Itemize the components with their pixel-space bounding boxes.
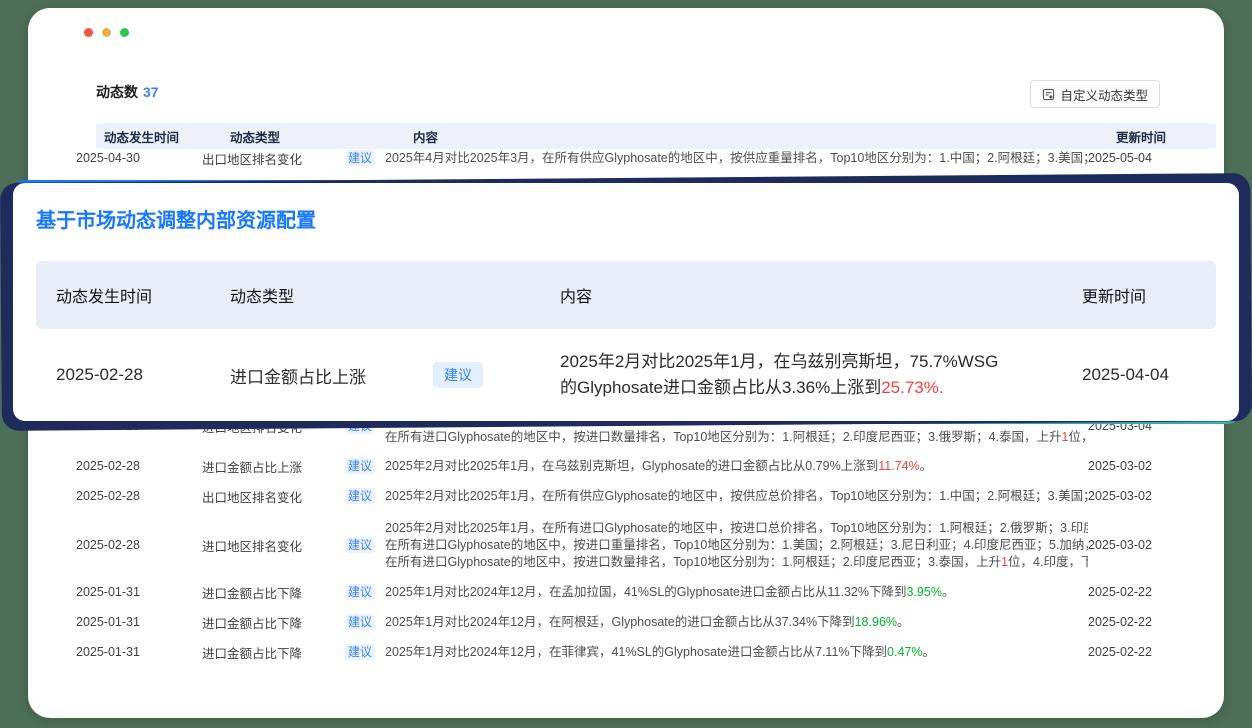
suggestion-tag: 建议 [433,362,483,388]
table-row[interactable]: 2025-02-28进口地区排名变化建议 2025年2月对比2025年1月，在所有… [68,519,1188,571]
table-row[interactable]: 2025-02-28进口金额占比上涨建议 2025年2月对比2025年1月，在乌兹… [68,451,1188,481]
dynamics-count: 动态数 37 [96,82,159,102]
highlight-table-header: 动态发生时间 动态类型 内容 更新时间 [36,261,1216,329]
table-row[interactable]: 2025-01-31进口金额占比下降建议 2025年1月对比2024年12月，在菲… [68,637,1188,667]
maximize-window-icon[interactable] [120,28,129,37]
row-content: 2025年1月对比2024年12月，在阿根廷，Glyphosate的进口金额占比… [375,614,1088,631]
row-content: 2025年2月对比2025年1月，在所有进口Glyphosate的地区中，按进口… [375,520,1088,571]
row-time: 2025-02-28 [76,489,202,503]
row-updated: 2025-03-02 [1088,489,1184,503]
row-updated: 2025-05-04 [1088,151,1184,165]
row-content: 2025年2月对比2025年1月，在乌兹别克斯坦，Glyphosate的进口金额… [375,458,1088,475]
row-type: 进口金额占比上涨 [202,457,345,476]
suggestion-tag: 建议 [345,150,375,166]
customize-button-label: 自定义动态类型 [1060,85,1148,104]
highlight-header-updated: 更新时间 [1082,283,1216,307]
suggestion-tag: 建议 [345,458,375,474]
row-type: 进口金额占比下降 [202,583,345,602]
suggestion-tag: 建议 [345,644,375,660]
row-time: 2025-02-28 [76,459,202,473]
row-type: 进口地区排名变化 [202,536,345,555]
highlight-card: 基于市场动态调整内部资源配置 动态发生时间 动态类型 内容 更新时间 2025-… [10,180,1242,424]
highlight-header-content: 内容 [560,283,1082,307]
suggestion-tag: 建议 [345,614,375,630]
row-content: 2025年2月对比2025年1月，在乌兹别亮斯坦，75.7%WSG 的Glyph… [560,349,1082,401]
row-updated: 2025-02-22 [1088,645,1184,659]
row-updated: 2025-02-22 [1088,615,1184,629]
dynamics-count-label: 动态数 [96,84,138,100]
row-content-line: 2025年2月对比2025年1月，在所有供应Glyphosate的地区中，按供应… [385,488,1088,505]
form-settings-icon [1042,88,1055,101]
highlight-percentage: 25.73%. [881,378,943,397]
customize-dynamic-type-button[interactable]: 自定义动态类型 [1030,80,1160,108]
row-time: 2025-01-31 [76,615,202,629]
row-type: 进口金额占比上涨 [230,363,366,388]
window-controls [84,28,129,37]
minimize-window-icon[interactable] [102,28,111,37]
row-updated: 2025-03-02 [1088,459,1184,473]
row-content: 2025年1月对比2024年12月，在菲律宾，41%SL的Glyphosate进… [375,644,1088,661]
row-content-line: 在所有进口Glyphosate的地区中，按进口数量排名，Top10地区分别为：1… [385,429,1088,446]
table-row[interactable]: 2025-02-28出口地区排名变化建议 2025年2月对比2025年1月，在所有… [68,481,1188,511]
row-content-line: 2025年1月对比2024年12月，在孟加拉国，41%SL的Glyphosate… [385,584,1088,601]
row-updated: 2025-02-22 [1088,585,1184,599]
close-window-icon[interactable] [84,28,93,37]
row-content-line: 在所有进口Glyphosate的地区中，按进口重量排名，Top10地区分别为：1… [385,537,1088,554]
row-type: 出口地区排名变化 [202,487,345,506]
row-content: 2025年2月对比2025年1月，在所有供应Glyphosate的地区中，按供应… [375,488,1088,505]
row-content-line: 2025年2月对比2025年1月，在所有进口Glyphosate的地区中，按进口… [385,520,1088,537]
row-type: 进口金额占比下降 [202,613,345,632]
row-content-line2: 的Glyphosate进口金额占比从3.36%上涨到25.73%. [560,375,1082,401]
suggestion-tag: 建议 [345,584,375,600]
table-row[interactable]: 2025-01-31进口金额占比下降建议 2025年1月对比2024年12月，在阿… [68,607,1188,637]
row-content-line: 在所有进口Glyphosate的地区中，按进口数量排名，Top10地区分别为：1… [385,554,1088,571]
row-type: 进口金额占比下降 [202,643,345,662]
suggestion-tag: 建议 [345,488,375,504]
highlight-table-row[interactable]: 2025-02-28 进口金额占比上涨 建议 2025年2月对比2025年1月，… [36,329,1216,421]
row-content: 2025年1月对比2024年12月，在孟加拉国，41%SL的Glyphosate… [375,584,1088,601]
row-content-line1: 2025年2月对比2025年1月，在乌兹别亮斯坦，75.7%WSG [560,349,1082,375]
highlight-header-type: 动态类型 [230,283,560,307]
row-type: 出口地区排名变化 [202,149,345,168]
row-updated: 2025-03-02 [1088,538,1184,552]
row-time: 2025-01-31 [76,645,202,659]
row-time: 2025-01-31 [76,585,202,599]
row-content-line: 2025年1月对比2024年12月，在菲律宾，41%SL的Glyphosate进… [385,644,1088,661]
highlight-header-time: 动态发生时间 [56,283,230,307]
row-content-line: 2025年1月对比2024年12月，在阿根廷，Glyphosate的进口金额占比… [385,614,1088,631]
row-time: 2025-02-28 [76,538,202,552]
row-content-line: 2025年4月对比2025年3月，在所有供应Glyphosate的地区中，按供应… [385,150,1088,167]
row-time: 2025-02-28 [56,365,230,385]
row-content-line: 2025年2月对比2025年1月，在乌兹别克斯坦，Glyphosate的进口金额… [385,458,1088,475]
row-time: 2025-04-30 [76,151,202,165]
dynamics-count-value: 37 [143,84,159,100]
table-row[interactable]: 2025-01-31进口金额占比下降建议 2025年1月对比2024年12月，在孟… [68,577,1188,607]
row-updated: 2025-04-04 [1082,365,1216,385]
table-row[interactable]: 2025-04-30出口地区排名变化建议 2025年4月对比2025年3月，在所有… [68,143,1188,173]
suggestion-tag: 建议 [345,537,375,553]
highlight-card-title: 基于市场动态调整内部资源配置 [36,207,1216,235]
row-content: 2025年4月对比2025年3月，在所有供应Glyphosate的地区中，按供应… [375,150,1088,167]
